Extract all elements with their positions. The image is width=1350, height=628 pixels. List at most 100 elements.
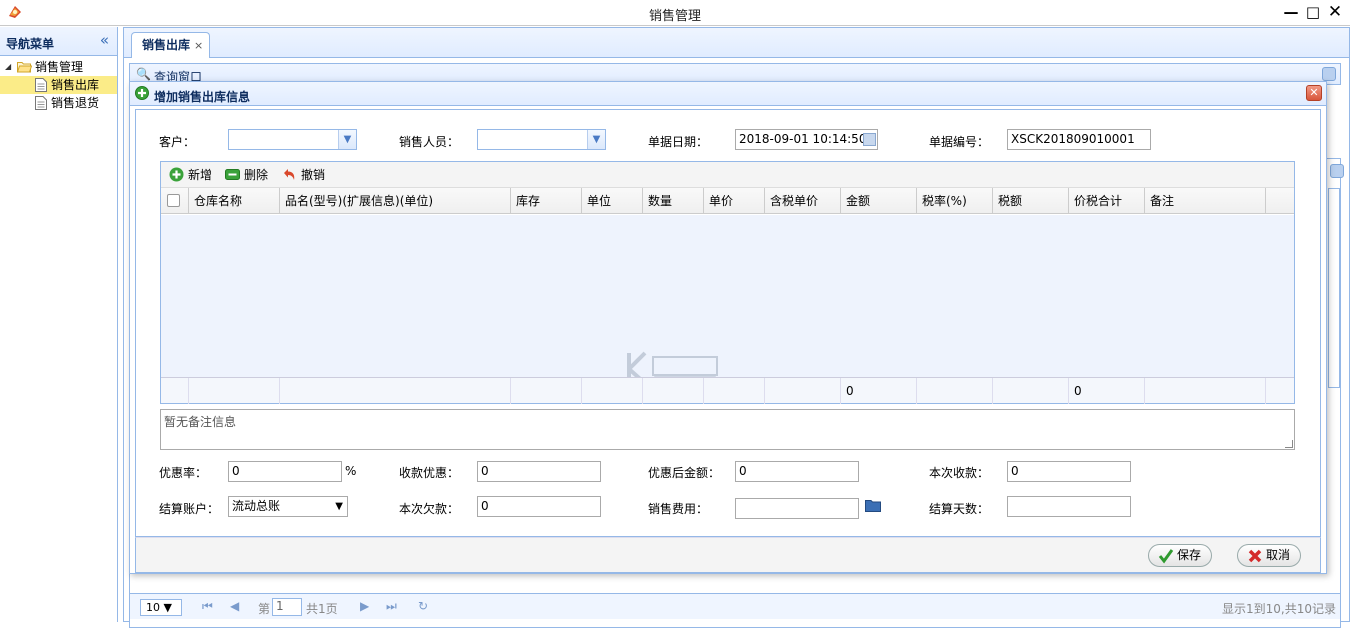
add-icon [169, 167, 184, 182]
settle-days-label: 结算天数： [929, 502, 990, 516]
account-select[interactable]: 流动总账 ▼ [228, 496, 348, 517]
tree-expand-icon[interactable]: ◢ [5, 58, 11, 76]
customer-label: 客户： [159, 135, 196, 149]
panel-collapse-icon[interactable] [1322, 67, 1336, 81]
datagrid-header: 仓库名称 品名(型号)(扩展信息)(单位) 库存 单位 数量 单价 含税单价 金… [161, 188, 1294, 214]
account-value: 流动总账 [232, 499, 281, 513]
page-total: 共1页 [306, 602, 338, 616]
dropdown-arrow-icon[interactable]: ▼ [335, 497, 343, 516]
col-remark[interactable]: 备注 [1145, 188, 1266, 214]
folder-picker-icon[interactable] [865, 499, 881, 512]
dialog-close-button[interactable]: ✕ [1306, 85, 1322, 101]
tree-node-label: 销售管理 [35, 60, 84, 74]
discount-rate-unit: % [345, 464, 357, 478]
discount-rate-label: 优惠率： [159, 466, 208, 480]
amount-after-input[interactable]: 0 [735, 461, 859, 482]
doc-no-input[interactable]: XSCK201809010001 [1007, 129, 1151, 150]
select-all-cell [161, 188, 189, 214]
sidebar-item-label: 销售退货 [51, 96, 100, 110]
col-amount[interactable]: 金额 [841, 188, 917, 214]
col-stock[interactable]: 库存 [511, 188, 582, 214]
col-product[interactable]: 品名(型号)(扩展信息)(单位) [280, 188, 511, 214]
pager-summary: 显示1到10,共10记录 [1222, 602, 1336, 616]
minimize-button[interactable]: — [1281, 2, 1301, 22]
remark-textarea[interactable]: 暂无备注信息 [160, 409, 1295, 450]
sidebar: 导航菜单 « ◢ 销售管理 销售出库 销售退货 [0, 27, 118, 622]
col-total[interactable]: 价税合计 [1069, 188, 1145, 214]
delete-row-button[interactable]: 删除 [225, 167, 268, 183]
document-icon [35, 78, 47, 92]
col-warehouse[interactable]: 仓库名称 [189, 188, 280, 214]
window-close-button[interactable]: ✕ [1325, 2, 1345, 22]
remark-placeholder: 暂无备注信息 [164, 415, 237, 429]
dialog-header: 增加销售出库信息 ✕ [130, 82, 1326, 106]
save-button[interactable]: 保存 [1148, 544, 1213, 567]
receipt-discount-label: 收款优惠： [399, 466, 460, 480]
undo-icon [284, 169, 295, 180]
col-tax-price[interactable]: 含税单价 [765, 188, 841, 214]
col-tax-rate[interactable]: 税率(%) [917, 188, 993, 214]
footer-cell [280, 378, 511, 404]
cancel-label: 取消 [1266, 548, 1291, 562]
footer-cell [765, 378, 841, 404]
page-number-input[interactable]: 1 [272, 598, 302, 616]
undo-label: 撤销 [301, 168, 326, 182]
tab-close-icon[interactable]: × [194, 39, 203, 52]
sidebar-item-sales-return[interactable]: 销售退货 [0, 94, 117, 112]
pager: 10 ▼ ⏮ ◀ 第 1 共1页 ▶ ⏭ ↻ 显示1到10,共10记录 [130, 593, 1340, 619]
this-owed-input[interactable]: 0 [477, 496, 601, 517]
grid-tool-icon[interactable] [1330, 164, 1344, 178]
amount-after-label: 优惠后金额： [648, 466, 721, 480]
footer-cell [161, 378, 189, 404]
page-size-select[interactable]: 10 ▼ [140, 599, 182, 616]
dialog-title: 增加销售出库信息 [154, 90, 251, 104]
chevron-down-icon[interactable]: ▼ [587, 130, 605, 149]
remove-icon [225, 169, 240, 180]
account-label: 结算账户： [159, 502, 220, 516]
tree-node-sales-management[interactable]: ◢ 销售管理 [0, 58, 117, 76]
sidebar-item-sales-outbound[interactable]: 销售出库 [0, 76, 117, 94]
settle-days-input[interactable] [1007, 496, 1131, 517]
col-unit[interactable]: 单位 [582, 188, 643, 214]
add-row-button[interactable]: 新增 [169, 167, 212, 183]
cancel-button[interactable]: 取消 [1237, 544, 1302, 567]
select-all-checkbox[interactable] [167, 194, 180, 207]
customer-combo[interactable]: ▼ [228, 129, 357, 150]
col-tax-amount[interactable]: 税额 [993, 188, 1069, 214]
add-label: 新增 [188, 168, 213, 182]
next-page-icon[interactable]: ▶ [360, 599, 369, 613]
salesperson-combo[interactable]: ▼ [477, 129, 606, 150]
discount-rate-input[interactable]: 0 [228, 461, 342, 482]
resize-grip-icon[interactable] [1285, 440, 1293, 448]
date-value: 2018-09-01 10:14:50 [739, 132, 867, 146]
add-icon [135, 86, 149, 100]
maximize-button[interactable]: □ [1303, 2, 1323, 22]
col-price[interactable]: 单价 [704, 188, 765, 214]
receipt-discount-input[interactable]: 0 [477, 461, 601, 482]
dialog-footer: 保存 取消 [135, 537, 1321, 573]
last-page-icon[interactable]: ⏭ [386, 599, 397, 614]
first-page-icon[interactable]: ⏮ [202, 599, 213, 614]
tab-sales-outbound[interactable]: 销售出库 × [131, 32, 211, 59]
datagrid-toolbar: 新增 删除 撤销 [161, 162, 1294, 188]
datagrid-empty-body[interactable] [161, 215, 1294, 387]
collapse-sidebar-icon[interactable]: « [100, 31, 109, 49]
this-receipt-input[interactable]: 0 [1007, 461, 1131, 482]
refresh-icon[interactable]: ↻ [418, 599, 428, 613]
document-icon [35, 96, 47, 110]
tab-label: 销售出库 [142, 38, 191, 52]
chevron-down-icon[interactable]: ▼ [338, 130, 356, 149]
footer-cell [582, 378, 643, 404]
calendar-icon[interactable] [863, 133, 876, 146]
undo-button[interactable]: 撤销 [282, 167, 325, 183]
footer-cell [189, 378, 280, 404]
col-quantity[interactable]: 数量 [643, 188, 704, 214]
date-input[interactable]: 2018-09-01 10:14:50 [735, 129, 878, 150]
sidebar-header: 导航菜单 « [0, 27, 117, 56]
prev-page-icon[interactable]: ◀ [230, 599, 239, 613]
salesperson-label: 销售人员： [399, 135, 460, 149]
footer-grand-total: 0 [1069, 378, 1145, 404]
save-label: 保存 [1177, 548, 1202, 562]
sales-fee-input[interactable] [735, 498, 859, 519]
date-label: 单据日期： [648, 135, 709, 149]
